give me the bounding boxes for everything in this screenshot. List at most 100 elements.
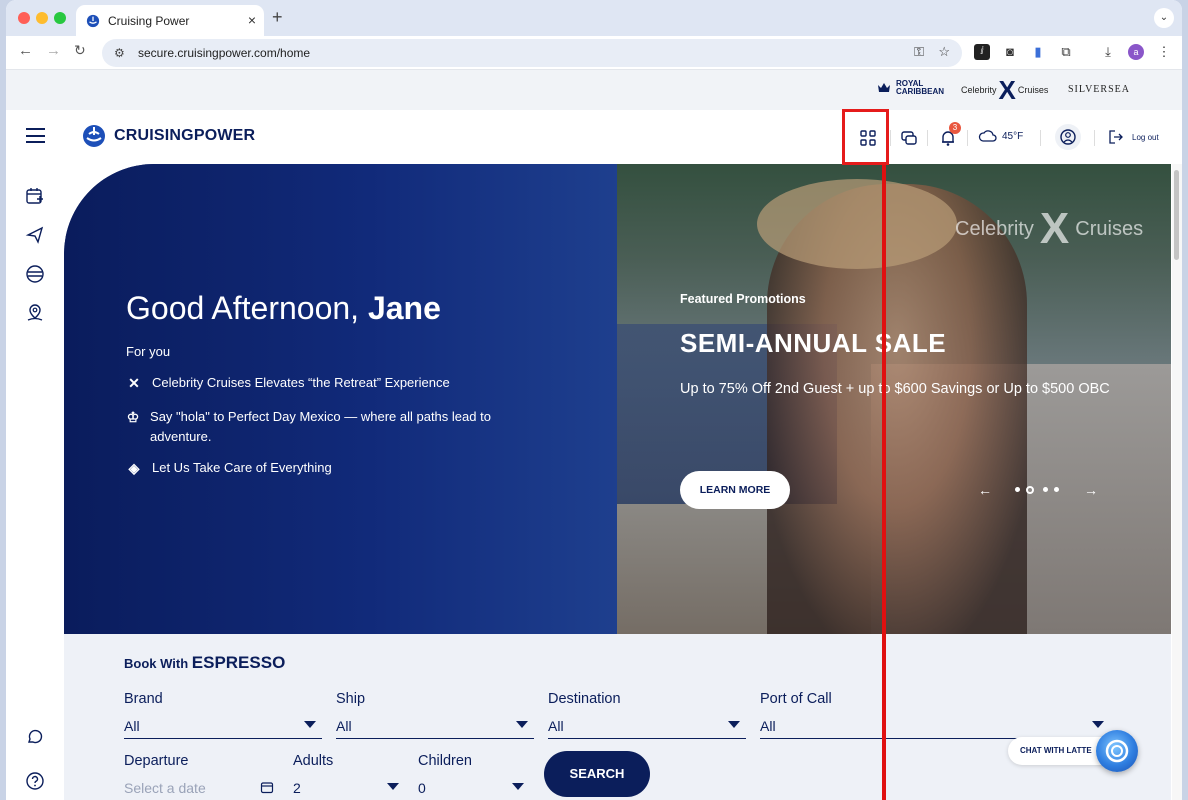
watermark-right-text: Cruises xyxy=(1075,217,1144,240)
silversea-logo[interactable]: SILVERSEA xyxy=(1068,84,1130,95)
crown-anchor-icon xyxy=(878,83,890,92)
new-tab-button[interactable]: + xyxy=(272,7,283,28)
header-divider xyxy=(1094,130,1095,146)
help-icon[interactable] xyxy=(25,771,45,791)
cruises-text: Cruises xyxy=(1017,85,1049,95)
silversea-text: SILVERSEA xyxy=(1068,84,1130,95)
celebrity-text: Celebrity xyxy=(961,85,997,95)
carousel-dot[interactable] xyxy=(1015,487,1020,492)
reload-icon[interactable]: ↻ xyxy=(74,42,86,59)
cruisingpower-favicon-icon xyxy=(86,14,100,27)
destination-value: All xyxy=(548,718,564,734)
forward-icon[interactable]: → xyxy=(46,42,61,59)
search-button[interactable]: SEARCH xyxy=(544,751,650,797)
download-icon[interactable]: ⤓ xyxy=(1100,44,1116,60)
promo-description: Up to 75% Off 2nd Guest + up to $600 Sav… xyxy=(680,381,1110,397)
cloud-icon xyxy=(978,130,997,142)
watermark-x-mark: X xyxy=(1039,204,1070,253)
departure-date-input[interactable]: Select a date xyxy=(124,775,278,800)
location-pin-icon[interactable] xyxy=(25,303,45,323)
royal-caribbean-logo[interactable]: ROYAL CARIBBEAN xyxy=(876,80,944,96)
carousel-dot[interactable] xyxy=(1043,487,1048,492)
browser-menu-icon[interactable]: ⋮ xyxy=(1156,44,1172,60)
notification-count-badge: 3 xyxy=(949,122,961,134)
destination-select[interactable]: All xyxy=(548,713,746,739)
password-key-icon[interactable]: ⚿ xyxy=(914,44,924,60)
feedback-chat-icon[interactable] xyxy=(25,727,45,747)
carousel-next-icon[interactable]: → xyxy=(1084,482,1098,498)
logout-button[interactable]: Log out xyxy=(1108,129,1159,145)
brand-label: Brand xyxy=(124,691,163,707)
bookmark-star-icon[interactable]: ☆ xyxy=(938,44,950,60)
weather-widget[interactable]: 45°F xyxy=(978,129,1023,143)
departure-placeholder: Select a date xyxy=(124,780,206,796)
browser-tab[interactable]: Cruising Power × xyxy=(76,5,264,36)
highlight-box-annotation xyxy=(842,109,889,165)
header-divider xyxy=(1040,130,1041,146)
promo-title: SEMI-ANNUAL SALE xyxy=(680,328,947,358)
adults-value: 2 xyxy=(293,780,301,796)
children-label: Children xyxy=(418,753,472,769)
url-field[interactable]: ⚙ secure.cruisingpower.com/home ⚿ ☆ xyxy=(102,39,962,67)
globe-cruise-icon[interactable] xyxy=(25,264,45,284)
annotation-line xyxy=(882,165,886,800)
for-you-label: For you xyxy=(126,344,171,359)
tab-search-icon[interactable]: ⌄ xyxy=(1154,8,1174,28)
maximize-window-button[interactable] xyxy=(54,12,66,24)
learn-more-button[interactable]: LEARN MORE xyxy=(680,471,790,509)
carousel-prev-icon[interactable]: ← xyxy=(978,482,992,498)
hero-banner: Celebrity X Cruises Good Afternoon, Jane… xyxy=(64,164,1171,634)
user-account-button[interactable] xyxy=(1055,124,1081,150)
camera-icon[interactable]: ◙ xyxy=(1002,44,1018,60)
logout-icon xyxy=(1109,130,1123,144)
profile-avatar[interactable]: a xyxy=(1128,44,1144,60)
booking-title-prefix: Book With xyxy=(124,656,192,671)
for-you-item-care[interactable]: ◈ Let Us Take Care of Everything xyxy=(126,458,332,478)
close-window-button[interactable] xyxy=(18,12,30,24)
page-scrollbar[interactable] xyxy=(1172,164,1182,800)
port-of-call-select[interactable]: All xyxy=(760,713,1110,739)
booking-panel: Book With ESPRESSO Brand All Ship All De… xyxy=(64,634,1171,800)
destination-label: Destination xyxy=(548,691,621,707)
watermark-left-text: Celebrity xyxy=(955,217,1034,240)
greeting-heading: Good Afternoon, Jane xyxy=(126,290,441,327)
back-icon[interactable]: ← xyxy=(18,42,33,59)
ship-select[interactable]: All xyxy=(336,713,534,739)
address-bar-row: ← → ↻ ⚙ secure.cruisingpower.com/home ⚿ … xyxy=(6,36,1182,70)
site-info-icon[interactable]: ⚙ xyxy=(114,46,128,60)
booking-title: Book With ESPRESSO xyxy=(124,653,285,673)
chevron-down-icon xyxy=(387,783,399,790)
tab-close-icon[interactable]: × xyxy=(248,12,256,28)
airplane-icon[interactable] xyxy=(25,225,45,245)
caribbean-text: CARIBBEAN xyxy=(896,87,944,96)
brand-value: All xyxy=(124,718,140,734)
user-circle-icon xyxy=(1060,129,1076,145)
carousel-dot[interactable] xyxy=(1054,487,1059,492)
children-select[interactable]: 0 xyxy=(418,775,530,800)
chat-assistant-button[interactable] xyxy=(1096,730,1138,772)
adults-select[interactable]: 2 xyxy=(293,775,405,800)
for-you-item-label: Celebrity Cruises Elevates “the Retreat”… xyxy=(152,375,450,390)
carousel-dot-active[interactable] xyxy=(1026,486,1034,494)
for-you-item-royal[interactable]: ♔ Say "hola" to Perfect Day Mexico — whe… xyxy=(126,407,506,447)
messages-icon[interactable] xyxy=(900,129,918,147)
for-you-item-celebrity[interactable]: ✕ Celebrity Cruises Elevates “the Retrea… xyxy=(126,373,450,393)
extensions-puzzle-icon[interactable]: ⧉ xyxy=(1058,44,1074,60)
chevron-down-icon xyxy=(728,721,740,728)
hero-greeting-panel xyxy=(64,164,618,634)
children-value: 0 xyxy=(418,780,426,796)
celebrity-cruises-logo[interactable]: Celebrity X Cruises xyxy=(961,77,1049,103)
hamburger-menu-icon[interactable] xyxy=(26,128,45,143)
cruisingpower-logo[interactable]: CRUISINGPOWER xyxy=(82,124,255,148)
site-header: CRUISINGPOWER 3 45°F Log out xyxy=(6,110,1182,164)
extension-icon[interactable]: ⅈ xyxy=(974,44,990,60)
greeting-prefix: Good Afternoon, xyxy=(126,290,368,326)
clipboard-icon[interactable]: ▮ xyxy=(1030,44,1046,60)
header-divider xyxy=(927,130,928,146)
minimize-window-button[interactable] xyxy=(36,12,48,24)
header-divider xyxy=(890,130,891,146)
calendar-add-icon[interactable] xyxy=(25,186,45,206)
celebrity-watermark: Celebrity X Cruises xyxy=(955,204,1143,254)
sun-hat xyxy=(757,179,957,269)
brand-select[interactable]: All xyxy=(124,713,322,739)
